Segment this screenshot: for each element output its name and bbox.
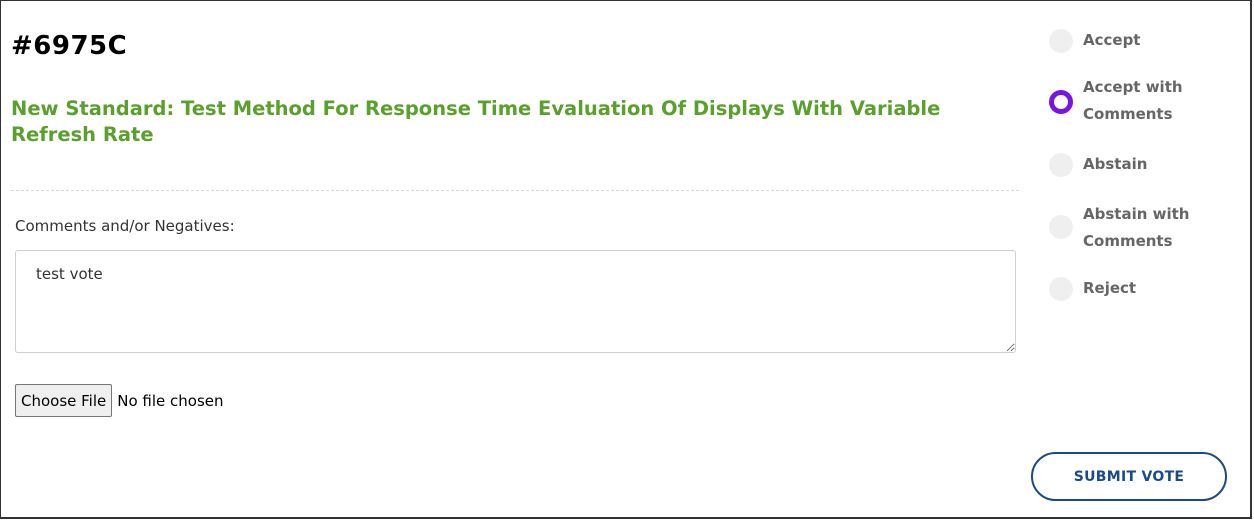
section-divider xyxy=(11,190,1019,191)
vote-option-label: Accept xyxy=(1083,31,1141,49)
abstain-radio[interactable] xyxy=(1049,153,1073,177)
vote-option-label: Reject xyxy=(1083,279,1137,297)
comments-label: Comments and/or Negatives: xyxy=(15,217,235,235)
ballot-id: #6975C xyxy=(11,31,128,61)
vote-option-label: Accept with Comments xyxy=(1083,78,1183,123)
file-status: No file chosen xyxy=(117,391,224,410)
vote-option-label: Abstain xyxy=(1083,155,1148,173)
comments-textarea[interactable]: test vote xyxy=(15,250,1016,353)
reject-radio[interactable] xyxy=(1049,277,1073,301)
accept-radio[interactable] xyxy=(1049,29,1073,53)
accept-with-comments-radio[interactable] xyxy=(1049,90,1073,114)
ballot-card: #6975C New Standard: Test Method For Res… xyxy=(0,0,1252,519)
file-upload: Choose File No file chosen xyxy=(15,384,224,417)
vote-option-label: Abstain with Comments xyxy=(1083,205,1190,250)
choose-file-button[interactable]: Choose File xyxy=(15,384,113,417)
ballot-title: New Standard: Test Method For Response T… xyxy=(11,97,941,146)
abstain-with-comments-radio[interactable] xyxy=(1049,215,1073,239)
submit-vote-button[interactable]: SUBMIT VOTE xyxy=(1031,452,1227,501)
